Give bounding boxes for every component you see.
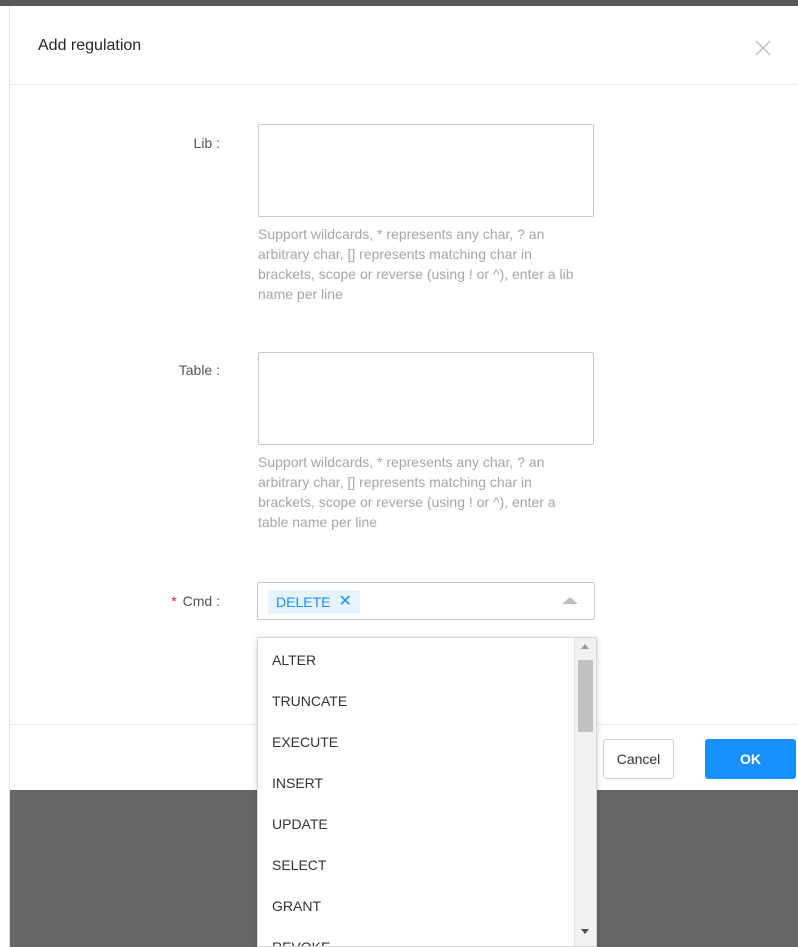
required-mark: * bbox=[171, 593, 177, 609]
option-alter[interactable]: ALTER bbox=[272, 652, 316, 668]
ok-button[interactable]: OK bbox=[705, 739, 796, 779]
option-update[interactable]: UPDATE bbox=[272, 816, 328, 832]
dropdown-scrollbar[interactable] bbox=[574, 638, 596, 946]
lib-label: Lib : bbox=[193, 135, 220, 151]
cmd-select[interactable]: DELETE ✕ bbox=[257, 582, 595, 620]
option-insert[interactable]: INSERT bbox=[272, 775, 323, 791]
tag-label: DELETE bbox=[276, 594, 331, 610]
table-label: Table : bbox=[178, 362, 220, 378]
close-icon[interactable] bbox=[751, 36, 775, 60]
lib-textarea[interactable] bbox=[258, 124, 594, 217]
dialog-title: Add regulation bbox=[38, 37, 142, 54]
option-truncate[interactable]: TRUNCATE bbox=[272, 693, 347, 709]
selected-tag-delete: DELETE ✕ bbox=[268, 590, 360, 614]
caret-up-icon[interactable] bbox=[562, 597, 578, 604]
table-textarea[interactable] bbox=[258, 352, 594, 445]
table-hint: Support wildcards, * represents any char… bbox=[258, 454, 556, 530]
scroll-up-arrow-icon[interactable] bbox=[581, 644, 589, 649]
option-select[interactable]: SELECT bbox=[272, 857, 326, 873]
option-execute[interactable]: EXECUTE bbox=[272, 734, 338, 750]
tag-remove-icon[interactable]: ✕ bbox=[338, 590, 351, 614]
cancel-button[interactable]: Cancel bbox=[603, 739, 674, 779]
cmd-dropdown-list: ALTER TRUNCATE EXECUTE INSERT UPDATE SEL… bbox=[257, 637, 597, 947]
cmd-label: * Cmd : bbox=[110, 593, 220, 609]
scroll-down-arrow-icon[interactable] bbox=[581, 929, 589, 934]
scrollbar-thumb[interactable] bbox=[578, 660, 593, 732]
lib-hint: Support wildcards, * represents any char… bbox=[258, 226, 574, 302]
option-revoke[interactable]: REVOKE bbox=[272, 939, 330, 946]
cmd-label-text: Cmd : bbox=[182, 593, 220, 609]
window-left-edge bbox=[0, 6, 10, 947]
option-grant[interactable]: GRANT bbox=[272, 898, 321, 914]
dialog-header: Add regulation bbox=[10, 6, 798, 85]
